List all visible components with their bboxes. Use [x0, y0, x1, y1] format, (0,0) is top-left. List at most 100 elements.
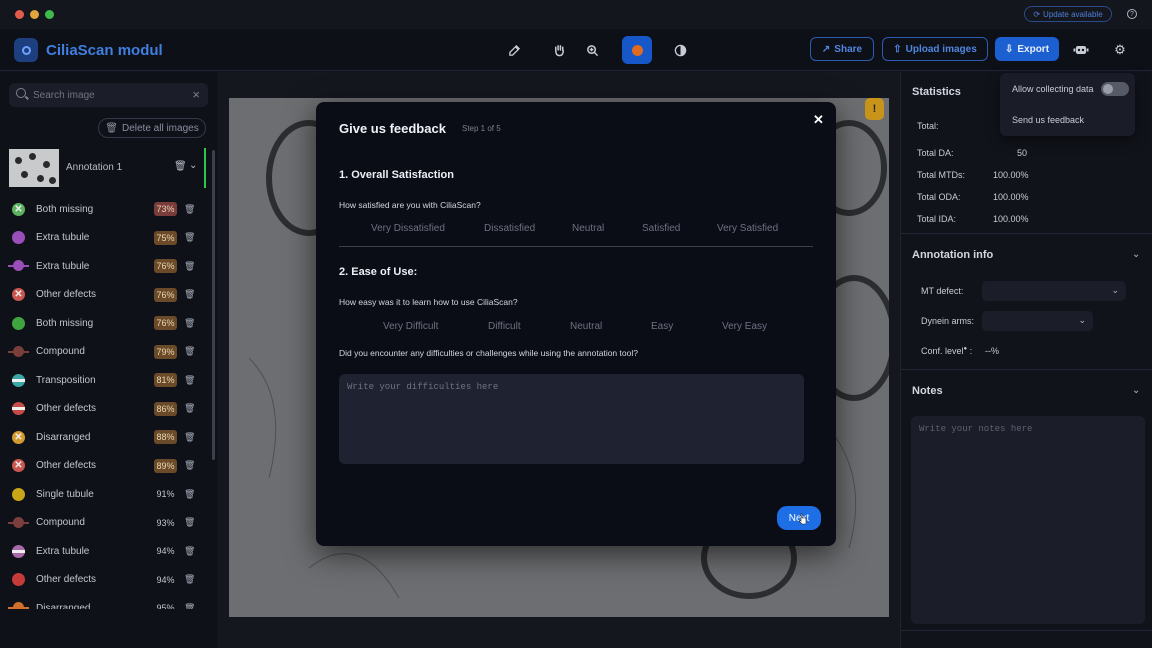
trash-icon[interactable]: 🗑 [184, 517, 195, 528]
chevron-down-icon[interactable]: ⌄ [1132, 249, 1140, 260]
defect-cross-icon: ✕ [12, 288, 25, 302]
defect-list-item[interactable]: ✕ Other defects 89% 🗑 [0, 452, 207, 481]
option-neutral[interactable]: Neutral [570, 321, 602, 332]
defect-line-icon [8, 345, 29, 357]
hand-tool-icon[interactable] [550, 41, 568, 59]
sidebar-scrollbar[interactable] [212, 150, 215, 460]
option-very-difficult[interactable]: Very Difficult [383, 321, 438, 332]
option-satisfied[interactable]: Satisfied [642, 223, 680, 234]
option-easy[interactable]: Easy [651, 321, 673, 332]
conf-level-label: Conf. level● : [921, 346, 973, 356]
dynein-arms-select[interactable]: ⌄ [982, 311, 1093, 331]
active-color-swatch [631, 44, 643, 56]
trash-icon[interactable]: 🗑 [184, 318, 195, 329]
search-box: × [9, 83, 208, 107]
defect-dot-icon [12, 231, 25, 245]
statistics-title: Statistics [912, 86, 961, 98]
defect-label: Single tubule [36, 488, 94, 500]
option-neutral[interactable]: Neutral [572, 223, 604, 234]
defect-list-item[interactable]: Compound 79% 🗑 [0, 338, 207, 367]
share-label: Share [834, 43, 863, 55]
defect-list-item[interactable]: Compound 93% 🗑 [0, 509, 207, 538]
option-very-dissatisfied[interactable]: Very Dissatisfied [371, 223, 445, 234]
defect-list-item[interactable]: ✕ Both missing 73% 🗑 [0, 195, 207, 224]
close-icon[interactable]: ✕ [813, 112, 824, 128]
trash-icon[interactable]: 🗑 [184, 375, 195, 386]
notes-input[interactable] [911, 416, 1145, 624]
mt-defect-select[interactable]: ⌄ [982, 281, 1126, 301]
defect-bar-icon [12, 402, 25, 416]
app-title: CiliaScan modul [46, 42, 163, 59]
defect-list-item[interactable]: ✕ Other defects 76% 🗑 [0, 281, 207, 310]
delete-all-images-button[interactable]: 🗑 Delete all images [98, 118, 206, 138]
trash-icon[interactable]: 🗑 [184, 460, 195, 471]
info-icon[interactable]: ● [964, 346, 968, 352]
update-available-button[interactable]: ⟳ Update available [1024, 6, 1112, 22]
annotation-header[interactable]: Annotation 1 🗑 ⌄ [0, 146, 207, 190]
download-icon: ⇩ [1004, 43, 1014, 55]
trash-icon[interactable]: 🗑 [184, 574, 195, 585]
trash-icon[interactable]: 🗑 [184, 432, 195, 443]
chevron-down-icon[interactable]: ⌄ [1132, 385, 1140, 396]
contrast-tool-icon[interactable] [671, 41, 689, 59]
robot-icon[interactable] [1073, 42, 1089, 58]
trash-icon[interactable]: 🗑 [184, 261, 195, 272]
trash-icon[interactable]: 🗑 [184, 346, 195, 357]
confidence-badge: 76% [154, 316, 177, 331]
color-picker-button[interactable] [622, 36, 652, 64]
option-very-easy[interactable]: Very Easy [722, 321, 767, 332]
edit-tool-icon[interactable] [505, 41, 523, 59]
defect-list-item[interactable]: Single tubule 91% 🗑 [0, 480, 207, 509]
defect-label: Other defects [36, 289, 97, 301]
send-feedback-item[interactable]: Send us feedback [1012, 115, 1084, 125]
defect-list-item[interactable]: Both missing 76% 🗑 [0, 309, 207, 338]
trash-icon[interactable]: 🗑 [184, 489, 195, 500]
defect-line-icon [8, 260, 29, 271]
help-icon[interactable]: ? [1127, 9, 1137, 19]
trash-icon[interactable]: 🗑 [184, 204, 195, 215]
defect-list-item[interactable]: Transposition 81% 🗑 [0, 366, 207, 395]
zoom-tool-icon[interactable] [583, 41, 601, 59]
defect-list-item[interactable]: Other defects 86% 🗑 [0, 395, 207, 424]
divider [901, 233, 1152, 234]
defect-list-item[interactable]: ✕ Disarranged 88% 🗑 [0, 423, 207, 452]
trash-icon[interactable]: 🗑 [184, 289, 195, 300]
defect-list-item[interactable]: Extra tubule 76% 🗑 [0, 252, 207, 281]
close-window-button[interactable] [15, 10, 24, 19]
defect-label: Other defects [36, 403, 97, 415]
q3-text: Did you encounter any difficulties or ch… [339, 348, 638, 358]
upload-images-button[interactable]: ⇧ Upload images [882, 37, 988, 61]
option-difficult[interactable]: Difficult [488, 321, 521, 332]
share-button[interactable]: ↗ Share [810, 37, 874, 61]
stat-label: Total ODA: [917, 192, 961, 202]
trash-icon[interactable]: 🗑 [184, 546, 195, 557]
defect-bar-icon [12, 373, 25, 387]
defect-label: Transposition [36, 374, 96, 386]
search-input[interactable] [33, 87, 183, 103]
defect-list-item[interactable]: Disarranged 95% 🗑 [0, 594, 207, 609]
option-dissatisfied[interactable]: Dissatisfied [484, 223, 535, 234]
clear-search-icon[interactable]: × [192, 87, 200, 102]
defect-list-item[interactable]: Other defects 94% 🗑 [0, 566, 207, 595]
difficulties-input[interactable] [339, 374, 804, 464]
collect-data-toggle[interactable] [1101, 82, 1129, 96]
delete-annotation-icon[interactable]: 🗑 [174, 161, 187, 172]
warning-icon[interactable]: ! [865, 98, 884, 120]
trash-icon[interactable]: 🗑 [184, 603, 195, 609]
maximize-window-button[interactable] [45, 10, 54, 19]
settings-gear-icon[interactable]: ⚙ [1112, 42, 1128, 58]
divider [339, 246, 813, 247]
confidence-badge: 94% [156, 546, 175, 557]
trash-icon[interactable]: 🗑 [184, 403, 195, 414]
refresh-icon: ⟳ [1033, 9, 1041, 19]
defect-label: Extra tubule [36, 260, 90, 272]
defect-label: Disarranged [36, 602, 91, 609]
trash-icon[interactable]: 🗑 [184, 232, 195, 243]
stat-value: 50 [1017, 148, 1028, 158]
defect-list-item[interactable]: Extra tubule 75% 🗑 [0, 224, 207, 253]
export-button[interactable]: ⇩ Export [995, 37, 1059, 61]
minimize-window-button[interactable] [30, 10, 39, 19]
defect-list-item[interactable]: Extra tubule 94% 🗑 [0, 537, 207, 566]
option-very-satisfied[interactable]: Very Satisfied [717, 223, 778, 234]
chevron-down-icon[interactable]: ⌄ [189, 160, 197, 171]
